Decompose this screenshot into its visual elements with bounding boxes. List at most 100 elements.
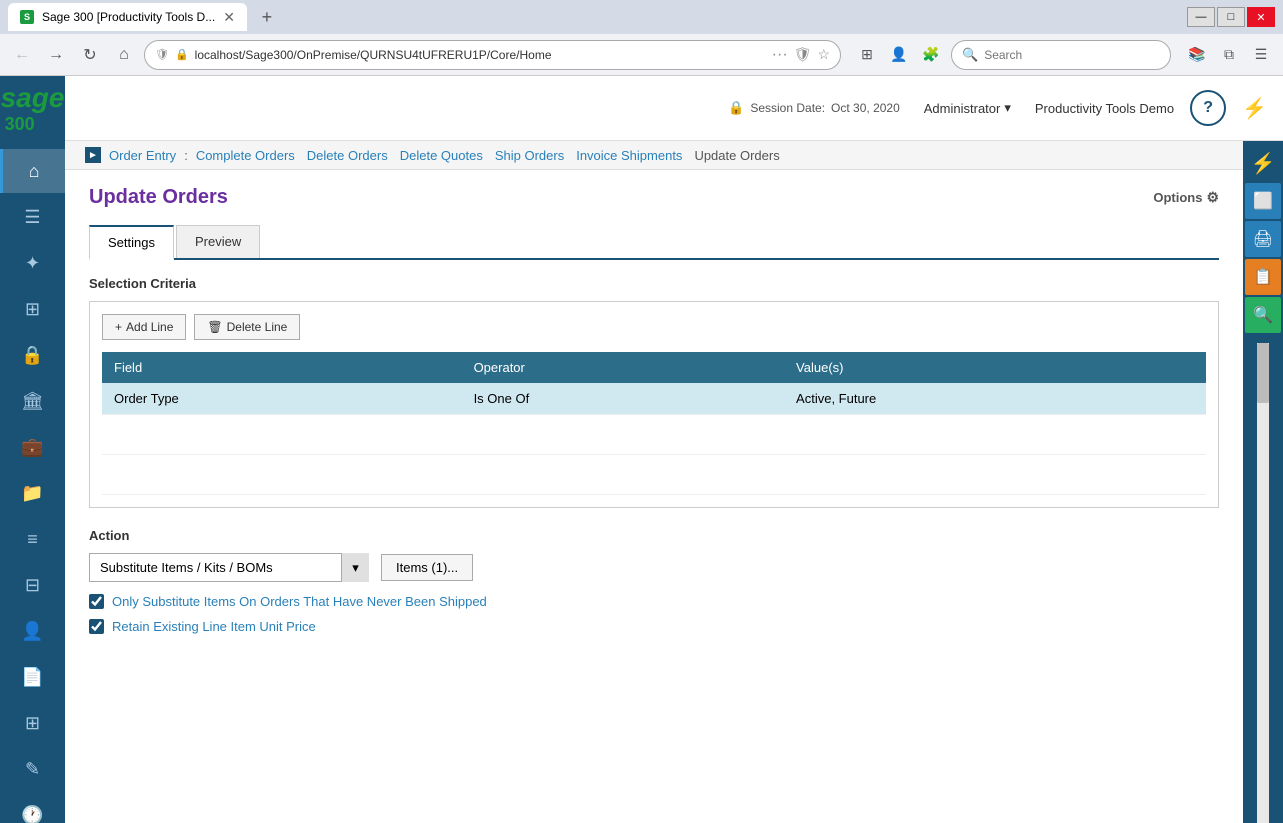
url-more-icon: ··· — [772, 46, 788, 64]
options-button[interactable]: Options ⚙ — [1153, 189, 1219, 206]
cell-field: Order Type — [102, 383, 462, 415]
cell-values: Active, Future — [784, 383, 1206, 415]
app-header: 🔒 Session Date: Oct 30, 2020 Administrat… — [65, 76, 1283, 141]
breadcrumb-link-ship-orders[interactable]: Ship Orders — [495, 148, 564, 163]
logo-300-text: 300 — [5, 114, 65, 135]
breadcrumb-link-complete-orders[interactable]: Complete Orders — [196, 148, 295, 163]
session-info: 🔒 Session Date: Oct 30, 2020 — [728, 100, 900, 116]
product-tools-label: Productivity Tools Demo — [1035, 101, 1174, 116]
menu-icon[interactable]: ☰ — [1247, 41, 1275, 69]
right-panel-square[interactable]: ⬜ — [1245, 183, 1281, 219]
checkbox-retain-price[interactable] — [89, 619, 104, 634]
address-bar[interactable]: 🛡 🔒 localhost/Sage300/OnPremise/QURNSU4t… — [144, 40, 841, 70]
search-bar[interactable]: 🔍 — [951, 40, 1171, 70]
breadcrumb-link-update-orders: Update Orders — [694, 148, 779, 163]
right-panel-search[interactable]: 🔍 — [1245, 297, 1281, 333]
breadcrumb-root-link[interactable]: Order Entry — [109, 148, 176, 163]
action-row: Substitute Items / Kits / BOMs ▾ Items (… — [89, 553, 1219, 582]
action-section: Action Substitute Items / Kits / BOMs ▾ — [89, 528, 1219, 634]
sidebar-logo: sage 300 — [0, 76, 65, 141]
delete-line-button[interactable]: 🗑 Delete Line — [194, 314, 300, 340]
right-panel-doc[interactable]: 📋 — [1245, 259, 1281, 295]
search-input[interactable] — [984, 48, 1160, 62]
tools-button[interactable]: ⚡ — [1242, 96, 1267, 121]
page-title-row: Update Orders Options ⚙ — [89, 186, 1219, 209]
items-button[interactable]: Items (1)... — [381, 554, 473, 581]
forward-button[interactable]: → — [42, 41, 70, 69]
action-title: Action — [89, 528, 1219, 543]
help-button[interactable]: ? — [1190, 90, 1226, 126]
collapse-arrow-icon: ► — [88, 150, 98, 161]
left-sidebar: sage 300 ⌂ ☰ ✦ ⊞ 🔒 🏛 💼 📁 ≡ ⊟ 👤 📄 ⊞ ✎ 🕐 — [0, 76, 65, 823]
options-label: Options — [1153, 190, 1202, 205]
gear-icon: ⚙ — [1206, 189, 1219, 206]
sidebar-item-grid2[interactable]: ⊞ — [0, 701, 65, 745]
sidebar-item-briefcase[interactable]: 💼 — [0, 425, 65, 469]
sidebar-item-user[interactable]: 👤 — [0, 609, 65, 653]
sidebar-item-home[interactable]: ⌂ — [0, 149, 65, 193]
action-select-wrapper: Substitute Items / Kits / BOMs ▾ — [89, 553, 369, 582]
tab-title: Sage 300 [Productivity Tools D... — [42, 10, 215, 24]
sidebar-item-grid[interactable]: ⊞ — [0, 287, 65, 331]
home-button[interactable]: ⌂ — [110, 41, 138, 69]
trash-icon: 🗑 — [207, 320, 222, 334]
tab-preview[interactable]: Preview — [176, 225, 260, 258]
minimize-button[interactable]: — — [1187, 7, 1215, 27]
cell-operator: Is One Of — [462, 383, 784, 415]
search-icon: 🔍 — [962, 47, 978, 63]
tab-favicon: S — [20, 10, 34, 24]
sidebar-item-table[interactable]: ⊟ — [0, 563, 65, 607]
sidebar-item-clock[interactable]: 🕐 — [0, 793, 65, 823]
checkbox-substitute-items[interactable] — [89, 594, 104, 609]
user-profile-icon[interactable]: 👤 — [885, 41, 913, 69]
right-scrollbar[interactable] — [1257, 343, 1269, 823]
main-content: ► Order Entry : Complete Orders Delete O… — [65, 141, 1243, 823]
scrollbar-thumb[interactable] — [1257, 343, 1269, 403]
criteria-toolbar: + Add Line 🗑 Delete Line — [102, 314, 1206, 340]
sidebar-item-edit[interactable]: ✎ — [0, 747, 65, 791]
add-line-button[interactable]: + Add Line — [102, 314, 186, 340]
app-main: 🔒 Session Date: Oct 30, 2020 Administrat… — [65, 76, 1283, 823]
tab-settings[interactable]: Settings — [89, 225, 174, 260]
new-tab-button[interactable]: + — [253, 3, 281, 31]
sidebar-item-list[interactable]: ☰ — [0, 195, 65, 239]
selection-criteria-container: + Add Line 🗑 Delete Line — [89, 301, 1219, 508]
admin-dropdown[interactable]: Administrator ▾ — [916, 96, 1019, 120]
sidebar-item-module[interactable]: ✦ — [0, 241, 65, 285]
right-panel-lightning[interactable]: ⚡ — [1245, 145, 1281, 181]
sidebar-item-folder[interactable]: 📁 — [0, 471, 65, 515]
breadcrumb-link-delete-quotes[interactable]: Delete Quotes — [400, 148, 483, 163]
selection-criteria-title: Selection Criteria — [89, 276, 1219, 291]
back-button[interactable]: ← — [8, 41, 36, 69]
breadcrumb-bar: ► Order Entry : Complete Orders Delete O… — [65, 141, 1243, 170]
close-button[interactable]: ✕ — [1247, 7, 1275, 27]
breadcrumb-collapse-button[interactable]: ► — [85, 147, 101, 163]
sidebar-item-bank[interactable]: 🏛 — [0, 379, 65, 423]
tab-close-button[interactable]: ✕ — [223, 9, 235, 26]
puzzle-icon[interactable]: 🧩 — [917, 41, 945, 69]
right-panel-print[interactable]: 🖨 — [1245, 221, 1281, 257]
checkbox-label-1[interactable]: Only Substitute Items On Orders That Hav… — [112, 594, 487, 609]
col-values: Value(s) — [784, 352, 1206, 383]
page-title: Update Orders — [89, 186, 228, 209]
action-dropdown[interactable]: Substitute Items / Kits / BOMs — [89, 553, 369, 582]
table-row[interactable]: Order Type Is One Of Active, Future — [102, 383, 1206, 415]
col-field: Field — [102, 352, 462, 383]
checkbox-label-2[interactable]: Retain Existing Line Item Unit Price — [112, 619, 316, 634]
criteria-table: Field Operator Value(s) Order Type Is On… — [102, 352, 1206, 495]
checkbox-label-1-text: Only Substitute Items On Orders That Hav… — [112, 594, 487, 609]
logo-sage-text: sage — [1, 82, 65, 114]
maximize-button[interactable]: □ — [1217, 7, 1245, 27]
breadcrumb-link-invoice-shipments[interactable]: Invoice Shipments — [576, 148, 682, 163]
sidebar-item-lock[interactable]: 🔒 — [0, 333, 65, 377]
extensions-icon[interactable]: ⊞ — [853, 41, 881, 69]
table-row-empty — [102, 415, 1206, 455]
sidebar-item-menu2[interactable]: ≡ — [0, 517, 65, 561]
reading-list-icon[interactable]: 📚 — [1183, 41, 1211, 69]
tabs-icon[interactable]: ⧉ — [1215, 41, 1243, 69]
refresh-button[interactable]: ↻ — [76, 41, 104, 69]
sidebar-item-document[interactable]: 📄 — [0, 655, 65, 699]
breadcrumb-link-delete-orders[interactable]: Delete Orders — [307, 148, 388, 163]
security-icon: 🛡 — [155, 48, 169, 61]
browser-tab[interactable]: S Sage 300 [Productivity Tools D... ✕ — [8, 3, 247, 31]
